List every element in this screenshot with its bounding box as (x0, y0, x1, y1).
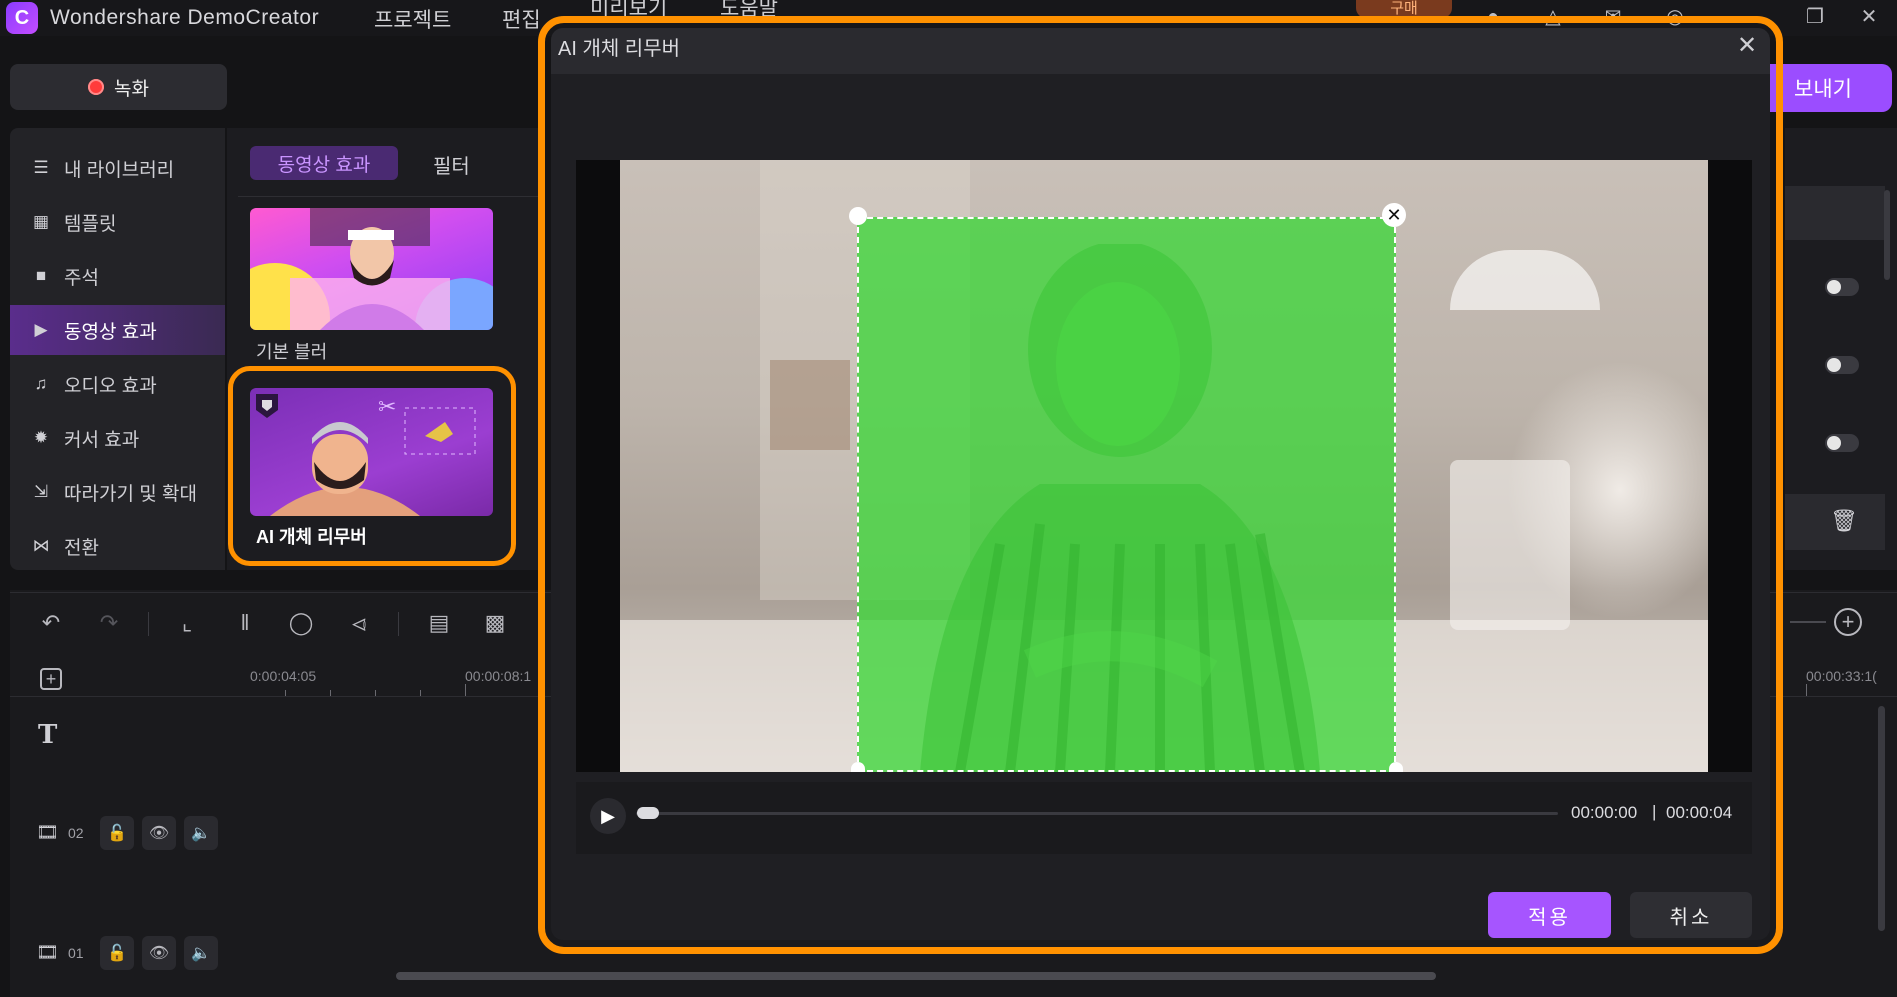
sidebar-item-label: 커서 효과 (64, 429, 140, 451)
sidebar-item-label: 템플릿 (64, 213, 117, 235)
annotation-icon: ■ (35, 266, 47, 285)
timeline-vertical-scrollbar[interactable] (1878, 706, 1885, 931)
eye-icon[interactable]: 👁 (142, 936, 176, 970)
track-row-02: 🎞 02 🔓 👁 🔈 (36, 815, 236, 851)
caption-icon[interactable]: ▩ (480, 608, 510, 638)
crop-icon[interactable]: ⌞ (172, 608, 202, 638)
layers-icon: ☰ (33, 158, 49, 177)
sidebar-item-annotation[interactable]: ■ 주석 (10, 251, 225, 301)
export-label: 보내기 (1794, 78, 1852, 101)
ruler-tick (1806, 684, 1807, 696)
track-number: 02 (68, 825, 84, 841)
record-dot-icon (88, 79, 105, 95)
toolbar-separator (398, 612, 399, 636)
effect-thumbnail-basic-blur[interactable] (250, 208, 493, 330)
music-note-icon: ♫ (34, 374, 48, 393)
zoom-in-icon[interactable]: + (1834, 608, 1862, 636)
properties-selected-row (1785, 186, 1885, 240)
cursor-sparkle-icon: ✹ (33, 428, 49, 447)
text-track-icon: T (38, 720, 58, 750)
tab-filter[interactable]: 필터 (433, 150, 470, 179)
sidebar-item-label: 주석 (64, 267, 99, 289)
ruler-time: 00:00:08:1 (465, 668, 532, 684)
sidebar-item-transition[interactable]: ⋈ 전환 (10, 521, 225, 571)
tab-divider (238, 196, 538, 197)
property-toggle-2[interactable] (1825, 356, 1859, 374)
sidebar-item-video-effects[interactable]: ▶ 동영상 효과 (10, 305, 225, 355)
transition-icon: ⋈ (32, 536, 50, 555)
sidebar-item-audio-effects[interactable]: ♫ 오디오 효과 (10, 359, 225, 409)
close-window-icon[interactable]: ✕ (1856, 4, 1882, 30)
sidebar-item-label: 내 라이브러리 (64, 159, 175, 181)
template-icon: ▦ (32, 212, 50, 231)
speaker-icon[interactable]: 🔈 (184, 936, 218, 970)
add-track-icon[interactable]: + (40, 668, 62, 690)
video-effects-icon: ▶ (34, 320, 48, 339)
record-button[interactable]: 녹화 (10, 64, 227, 110)
effect-thumbnail-ai-remover[interactable]: ✂ (250, 388, 493, 516)
effect-label-basic-blur: 기본 블러 (256, 342, 328, 362)
text-box-icon[interactable]: ▤ (424, 608, 454, 638)
lock-icon[interactable]: 🔓 (100, 936, 134, 970)
ai-remover-illustration: ✂ (256, 394, 476, 516)
effect-label-ai-remover: AI 개체 리무버 (256, 527, 367, 547)
sidebar-item-label: 따라가기 및 확대 (64, 483, 197, 505)
basic-blur-illustration (250, 208, 493, 330)
track-number: 01 (68, 945, 84, 961)
sidebar-item-label: 동영상 효과 (64, 321, 157, 343)
sidebar-item-library[interactable]: ☰ 내 라이브러리 (10, 143, 225, 193)
eye-icon[interactable]: 👁 (142, 816, 176, 850)
dialog-highlight (538, 16, 1783, 954)
timeline-horizontal-scrollbar[interactable] (396, 972, 1436, 980)
film-icon: 🎞 (36, 822, 59, 842)
split-icon[interactable]: ‖ (230, 608, 260, 638)
property-toggle-1[interactable] (1825, 278, 1859, 296)
property-toggle-3[interactable] (1825, 434, 1859, 452)
redo-icon[interactable]: ↷ (94, 608, 124, 638)
lock-icon[interactable]: 🔓 (100, 816, 134, 850)
app-title: Wondershare DemoCreator (50, 6, 320, 29)
undo-icon[interactable]: ↶ (36, 608, 66, 638)
record-label: 녹화 (114, 78, 149, 100)
track-row-01: 🎞 01 🔓 👁 🔈 (36, 935, 236, 971)
microphone-icon[interactable]: ⏿ (344, 608, 374, 638)
sidebar-item-label: 오디오 효과 (64, 375, 157, 397)
tab-video-effects[interactable]: 동영상 효과 (250, 146, 398, 180)
speaker-icon[interactable]: 🔈 (184, 816, 218, 850)
sidebar-item-template[interactable]: ▦ 템플릿 (10, 197, 225, 247)
sidebar-item-zoom-follow[interactable]: ⇲ 따라가기 및 확대 (10, 467, 225, 517)
menu-edit[interactable]: 편집 (502, 4, 541, 34)
zoom-follow-icon: ⇲ (33, 482, 49, 501)
restore-window-icon[interactable]: ❐ (1802, 4, 1828, 30)
app-logo: C (6, 2, 38, 34)
properties-scrollbar[interactable] (1884, 190, 1890, 280)
sidebar-item-label: 전환 (64, 537, 99, 559)
svg-text:✂: ✂ (378, 395, 396, 420)
sidebar-item-cursor-effects[interactable]: ✹ 커서 효과 (10, 413, 225, 463)
film-icon: 🎞 (36, 942, 59, 962)
zoom-slider[interactable] (1790, 621, 1826, 623)
mark-icon[interactable]: ◯ (286, 608, 316, 638)
menu-project[interactable]: 프로젝트 (374, 4, 451, 34)
ruler-time: 00:00:33:1( (1806, 668, 1877, 684)
toolbar-separator (148, 612, 149, 636)
ruler-time: 0:00:04:05 (250, 668, 317, 684)
trash-icon[interactable]: 🗑 (1830, 508, 1858, 534)
ruler-tick (465, 684, 466, 696)
